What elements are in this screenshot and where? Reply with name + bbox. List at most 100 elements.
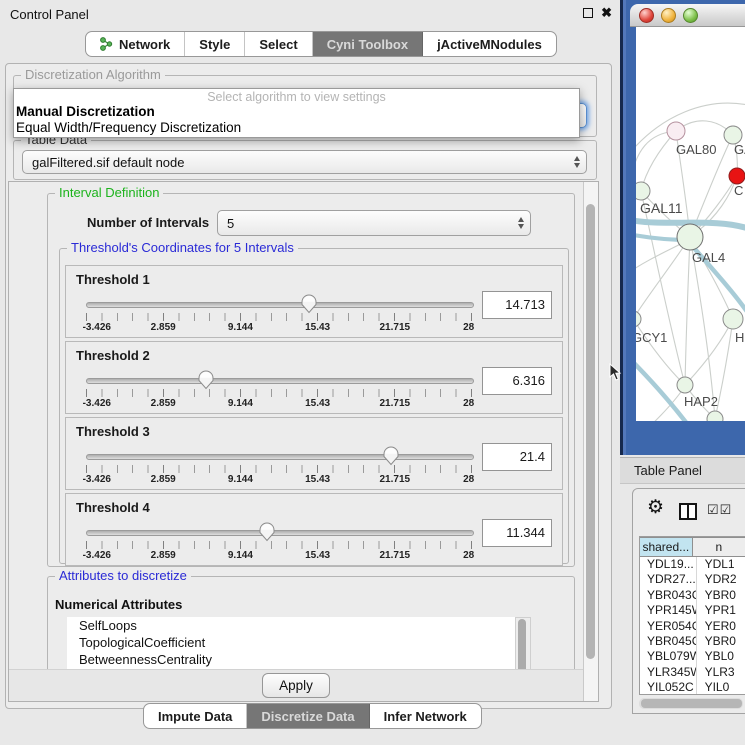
close-traffic-light-icon[interactable] [639,8,654,23]
number-of-intervals-combo[interactable]: 5 [217,210,531,236]
group-title: Interval Definition [55,185,163,200]
network-node[interactable] [677,224,703,250]
slider-thumb[interactable] [258,522,276,542]
slider-thumb[interactable] [197,370,215,390]
table-row[interactable]: YIL052CYIL0 [640,680,745,695]
slider-ticks [86,313,472,321]
zoom-traffic-light-icon[interactable] [683,8,698,23]
tick-label: 9.144 [228,398,253,409]
tick-label: 28 [463,550,474,561]
table-cell[interactable]: YIL052C [640,680,697,695]
tick-label: 21.715 [380,322,411,333]
network-edge [636,237,690,319]
slider-tick-labels: -3.4262.8599.14415.4321.71528 [86,322,472,334]
table-cell[interactable]: YDL1 [697,557,745,572]
table-cell[interactable]: YBL0 [697,649,745,664]
table-row[interactable]: YPR145WYPR1 [640,603,745,618]
tick-label: -3.426 [83,550,111,561]
table-row[interactable]: YBL079WYBL0 [640,649,745,664]
table-cell[interactable]: YDR2 [697,572,745,587]
threshold-value-field[interactable]: 21.4 [482,443,552,471]
network-node[interactable] [636,311,641,327]
slider-track[interactable] [86,378,474,384]
table-cell[interactable]: YIL0 [697,680,745,695]
column-header-shared[interactable]: shared... [640,537,693,557]
scrollbar-thumb[interactable] [641,699,742,708]
tab-jactivemnodules[interactable]: jActiveMNodules [423,32,556,56]
threshold-label: Threshold 3 [76,424,150,439]
node-table: shared... n YDL19...YDL1YDR27...YDR2YBR0… [639,536,745,695]
right-panel: GAL80GACGAL11GAL4GCY1HHAP2 Table Panel ⚙… [620,0,745,745]
table-data-combo[interactable]: galFiltered.sif default node [22,150,587,174]
table-cell[interactable]: YBL079W [640,649,697,664]
attribute-item[interactable]: SelfLoops [67,617,515,634]
checkbox-icons[interactable]: ☑☑ [707,502,732,518]
slider-track[interactable] [86,530,474,536]
table-row[interactable]: YDL19...YDL1 [640,557,745,572]
tab-discretize-data[interactable]: Discretize Data [247,704,369,728]
slider-thumb[interactable] [382,446,400,466]
table-row[interactable]: YBR043CYBR0 [640,588,745,603]
table-cell[interactable]: YER0 [697,619,745,634]
settings-scrollbar[interactable] [583,182,598,701]
network-node[interactable] [636,182,650,200]
threshold-value-field[interactable]: 14.713 [482,291,552,319]
network-view-canvas[interactable]: GAL80GACGAL11GAL4GCY1HHAP2 [636,27,745,421]
threshold-value-field[interactable]: 6.316 [482,367,552,395]
threshold-panel: Threshold 1 -3.4262.8599.14415.4321.7152… [65,265,563,338]
table-cell[interactable]: YBR043C [640,588,697,603]
table-row[interactable]: YBR045CYBR0 [640,634,745,649]
slider-track[interactable] [86,302,474,308]
tab-cyni-toolbox[interactable]: Cyni Toolbox [313,32,423,56]
table-row[interactable]: YDR27...YDR2 [640,572,745,587]
threshold-slider[interactable]: -3.4262.8599.14415.4321.71528 [86,448,472,486]
network-node[interactable] [677,377,693,393]
attribute-item[interactable]: BetweennessCentrality [67,651,515,668]
algorithm-option-manual[interactable]: Manual Discretization [14,104,579,120]
table-cell[interactable]: YLR3 [697,665,745,680]
table-cell[interactable]: YDR27... [640,572,697,587]
table-cell[interactable]: YBR0 [697,634,745,649]
threshold-slider[interactable]: -3.4262.8599.14415.4321.71528 [86,524,472,562]
table-horizontal-scrollbar[interactable] [639,698,743,709]
threshold-slider[interactable]: -3.4262.8599.14415.4321.71528 [86,296,472,334]
table-row[interactable]: YLR345WYLR3 [640,665,745,680]
close-icon[interactable]: ✖ [601,7,612,19]
table-cell[interactable]: YBR045C [640,634,697,649]
table-cell[interactable]: YBR0 [697,588,745,603]
table-cell[interactable]: YLR345W [640,665,697,680]
tab-style[interactable]: Style [185,32,245,56]
network-node[interactable] [707,411,723,421]
column-header-name[interactable]: n [693,537,745,557]
table-row[interactable]: YER054CYER0 [640,619,745,634]
threshold-value-field[interactable]: 11.344 [482,519,552,547]
attribute-item[interactable]: TopologicalCoefficient [67,634,515,651]
tick-label: 9.144 [228,322,253,333]
tick-label: 2.859 [151,322,176,333]
scrollbar-thumb[interactable] [586,204,595,659]
gear-icon[interactable]: ⚙ [647,497,664,519]
network-node[interactable] [729,168,745,184]
table-cell[interactable]: YER054C [640,619,697,634]
float-window-icon[interactable] [583,8,593,18]
apply-button[interactable]: Apply [262,673,330,698]
tab-impute-data[interactable]: Impute Data [144,704,247,728]
table-cell[interactable]: YDL19... [640,557,697,572]
network-node[interactable] [667,122,685,140]
tab-select[interactable]: Select [245,32,312,56]
tab-infer-network[interactable]: Infer Network [370,704,481,728]
tab-network[interactable]: Network [86,32,185,56]
network-node[interactable] [723,309,743,329]
minimize-traffic-light-icon[interactable] [661,8,676,23]
slider-ticks [86,465,472,473]
slider-track[interactable] [86,454,474,460]
table-cell[interactable]: YPR145W [640,603,697,618]
slider-thumb[interactable] [300,294,318,314]
threshold-label: Threshold 1 [76,272,150,287]
algorithm-option-equal-width[interactable]: Equal Width/Frequency Discretization [14,120,579,136]
table-panel-window: ⚙ ☑☑ shared... n YDL19...YDL1YDR27...YDR… [632,488,745,714]
column-layout-icon[interactable] [679,503,697,520]
threshold-slider[interactable]: -3.4262.8599.14415.4321.71528 [86,372,472,410]
table-cell[interactable]: YPR1 [697,603,745,618]
network-window-titlebar[interactable] [630,4,745,27]
